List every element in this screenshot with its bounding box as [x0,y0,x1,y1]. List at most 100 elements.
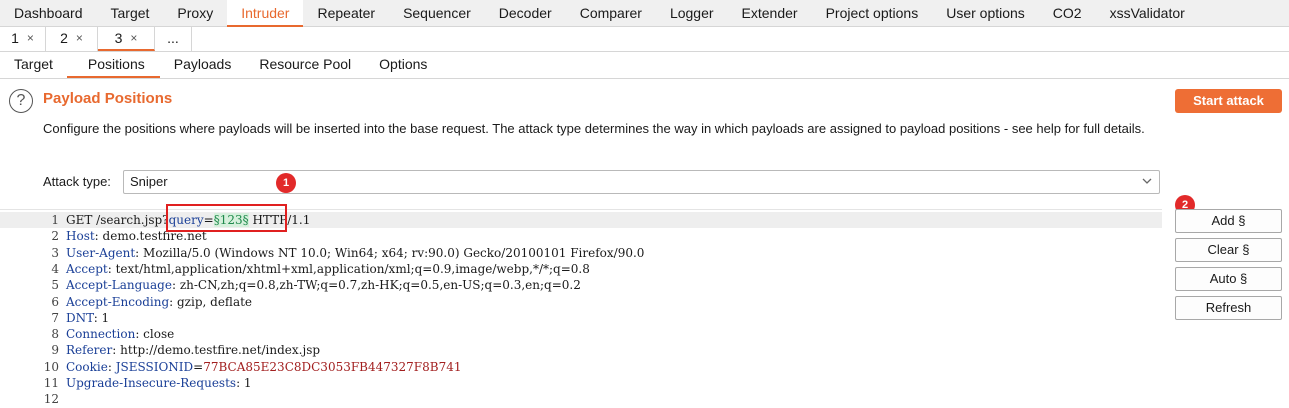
request-line-text: User-Agent: Mozilla/5.0 (Windows NT 10.0… [66,245,644,261]
request-line-text: Connection: close [66,326,174,342]
main-tab-bar: Dashboard Target Proxy Intruder Repeater Sequ… [0,0,1289,27]
positions-description: Configure the positions where payloads w… [43,121,1145,136]
tab-logger[interactable]: Logger [656,0,728,27]
tab-sequencer[interactable]: Sequencer [389,0,485,27]
close-icon[interactable]: × [130,27,137,49]
request-line: 9 Referer: http://demo.testfire.net/index… [0,342,1162,358]
request-token: DNT [66,310,94,325]
request-token: : text/html,application/xhtml+xml,applic… [107,261,590,276]
request-line: 10 Cookie: JSESSIONID=77BCA85E23C8DC3053F… [0,359,1162,375]
line-number: 12 [43,392,59,407]
request-line-text: Accept: text/html,application/xhtml+xml,… [66,261,590,277]
tab-co2[interactable]: CO2 [1039,0,1096,27]
tab-project-options[interactable]: Project options [812,0,933,27]
request-token: Accept-Encoding [66,294,170,309]
request-token: : http://demo.testfire.net/index.jsp [112,343,321,358]
tab-target[interactable]: Target [97,0,164,27]
request-token: Accept [66,261,108,276]
request-line-text: Accept-Encoding: gzip, deflate [66,294,252,310]
auto-markers-button[interactable]: Auto § [1175,267,1282,291]
request-line-text: Upgrade-Insecure-Requests: 1 [66,375,252,391]
line-number: 5 [51,278,59,293]
request-line: 5 Accept-Language: zh-CN,zh;q=0.8,zh-TW;q… [0,277,1162,293]
attack-tab-label: 2 [60,30,68,46]
close-icon[interactable]: × [27,27,34,51]
request-token: = [193,359,204,374]
request-line-text: DNT: 1 [66,310,109,326]
line-number: 2 [51,229,59,244]
request-token: : [107,359,116,374]
sub-tab-options[interactable]: Options [365,52,441,78]
help-icon[interactable]: ? [9,89,33,113]
request-line: 11 Upgrade-Insecure-Requests: 1 [0,375,1162,391]
request-line-text: Accept-Language: zh-CN,zh;q=0.8,zh-TW;q=… [66,277,581,293]
request-line: 7 DNT: 1 [0,310,1162,326]
clear-markers-button[interactable]: Clear § [1175,238,1282,262]
line-number: 10 [43,359,59,374]
attack-tab-3[interactable]: 3 × [98,27,155,51]
add-marker-button[interactable]: Add § [1175,209,1282,233]
request-token: Accept-Language [66,278,172,293]
refresh-button[interactable]: Refresh [1175,296,1282,320]
line-number: 7 [51,310,59,325]
request-line-text: Cookie: JSESSIONID=77BCA85E23C8DC3053FB4… [66,359,462,375]
request-token: Host [66,229,95,244]
payload-highlight-box [166,204,287,232]
chevron-down-icon [1142,178,1152,184]
tab-extender[interactable]: Extender [728,0,812,27]
tab-proxy[interactable]: Proxy [163,0,227,27]
annotation-badge-1: 1 [276,173,296,193]
request-line: 4 Accept: text/html,application/xhtml+xml… [0,261,1162,277]
tab-comparer[interactable]: Comparer [566,0,656,27]
tab-dashboard[interactable]: Dashboard [0,0,97,27]
attack-tab-4[interactable]: ... [155,27,192,51]
request-line: 8 Connection: close [0,326,1162,342]
request-token: : 1 [236,376,252,390]
sub-tab-payloads[interactable]: Payloads [160,52,246,78]
attack-tab-label: 3 [114,30,123,46]
request-token: : 1 [93,310,110,325]
request-token: User-Agent [66,245,136,260]
tab-xssvalidator[interactable]: xssValidator [1096,0,1199,27]
line-number: 11 [43,376,59,390]
request-token: : close [135,327,175,342]
request-token: : gzip, deflate [169,294,253,309]
line-number: 8 [51,327,59,342]
tab-user-options[interactable]: User options [932,0,1039,27]
request-editor[interactable]: 1 GET /search.jsp?query=§123§ HTTP/1.1 2 Ho… [0,209,1162,408]
request-line: 12 [0,391,1162,407]
request-token: JSESSIONID [115,359,194,374]
request-token: : Mozilla/5.0 (Windows NT 10.0; Win64; x… [135,245,645,260]
request-line: 6 Accept-Encoding: gzip, deflate [0,294,1162,310]
request-line-text: Referer: http://demo.testfire.net/index.… [66,342,320,358]
line-number: 6 [51,294,59,309]
close-icon[interactable]: × [76,27,83,51]
sub-tab-positions[interactable]: Positions [66,52,160,78]
start-attack-button[interactable]: Start attack [1175,89,1282,113]
attack-type-label: Attack type: [43,174,111,189]
attack-tab-1[interactable]: 1 × [0,27,46,51]
request-token: Connection [66,327,136,342]
line-number: 4 [51,261,59,276]
attack-type-value: Sniper [130,174,168,189]
attack-tab-2[interactable]: 2 × [46,27,98,51]
request-token: Cookie [66,359,108,374]
attack-tab-label: ... [167,30,179,46]
line-number: 1 [51,213,59,227]
request-token: 77BCA85E23C8DC3053FB447327F8B741 [203,359,462,374]
attack-tab-bar: 1 × 2 × 3 ×... [0,27,1289,52]
request-token: : zh-CN,zh;q=0.8,zh-TW;q=0.7,zh-HK;q=0.5… [171,278,581,293]
tab-intruder[interactable]: Intruder [227,0,304,27]
request-token: GET /search.jsp? [66,213,169,227]
sub-tab-resource-pool[interactable]: Resource Pool [245,52,365,78]
tab-repeater[interactable]: Repeater [303,0,389,27]
page-title: Payload Positions [43,90,173,107]
sub-tab-target[interactable]: Target [0,52,67,78]
line-number: 9 [51,343,59,358]
line-number: 3 [51,245,59,260]
attack-tab-label: 1 [11,30,19,46]
request-line: 3 User-Agent: Mozilla/5.0 (Windows NT 10.… [0,245,1162,261]
request-token: Referer [66,343,113,358]
tab-decoder[interactable]: Decoder [485,0,566,27]
request-token: Upgrade-Insecure-Requests [66,376,237,390]
